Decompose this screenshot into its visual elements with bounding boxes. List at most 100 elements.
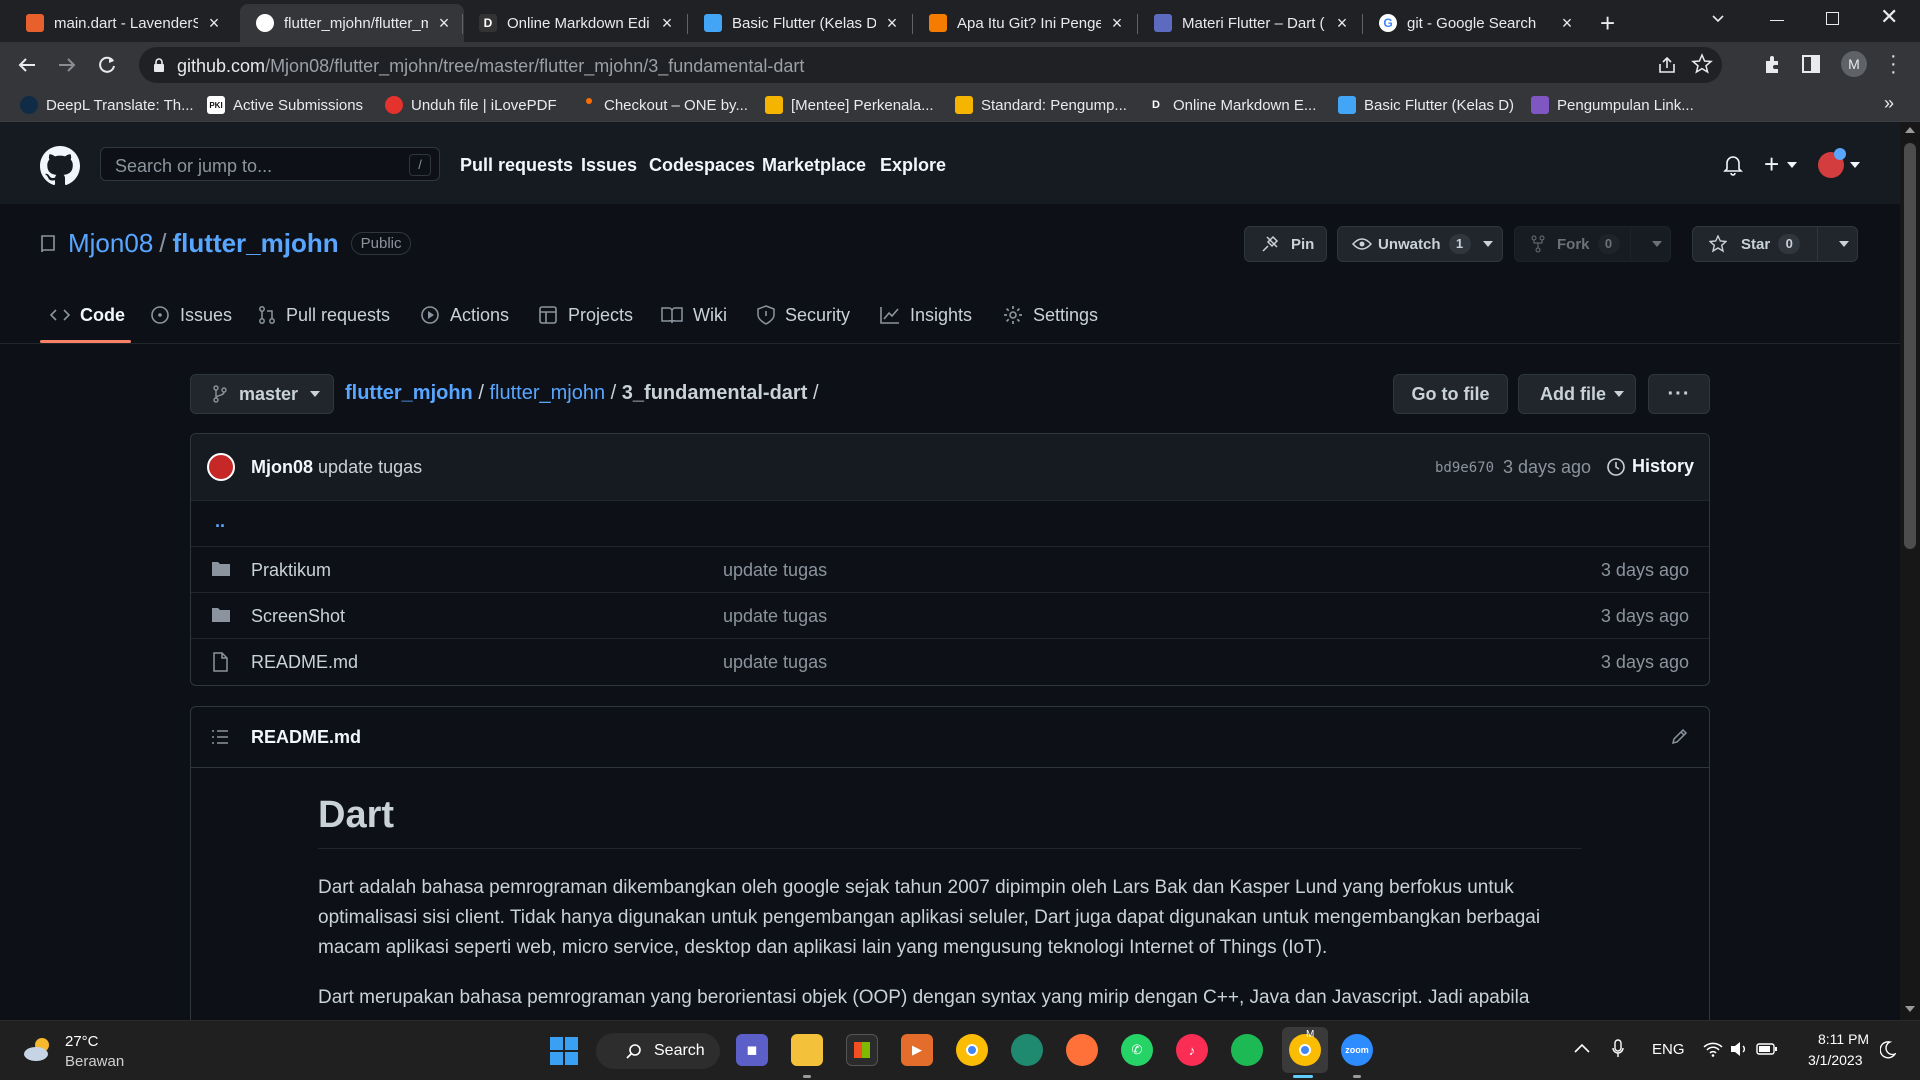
user-menu-caret-icon[interactable] (1850, 162, 1860, 168)
scroll-down-arrow-icon[interactable] (1905, 1006, 1915, 1012)
nav-explore[interactable]: Explore (880, 155, 946, 176)
star-button[interactable]: Star 0 (1692, 226, 1858, 262)
outline-list-icon[interactable] (211, 729, 229, 745)
share-icon[interactable] (1657, 55, 1677, 75)
breadcrumb-folder[interactable]: flutter_mjohn (489, 382, 605, 404)
scrollbar-thumb[interactable] (1904, 143, 1916, 549)
microsoft-store-icon[interactable] (846, 1034, 878, 1066)
add-file-button[interactable]: Add file (1518, 374, 1636, 414)
github-search-input[interactable]: Search or jump to... / (100, 147, 440, 181)
tab-actions[interactable]: Actions (420, 300, 509, 330)
new-tab-button[interactable]: + (1600, 8, 1615, 39)
weather-temperature[interactable]: 27°C (65, 1033, 99, 1050)
tab-wiki[interactable]: Wiki (661, 300, 727, 330)
repo-name-link[interactable]: flutter_mjohn (173, 228, 339, 259)
unwatch-button[interactable]: Unwatch 1 (1337, 226, 1503, 262)
fork-button[interactable]: Fork 0 (1514, 226, 1671, 262)
bookmark-item[interactable]: [Mentee] Perkenala... (765, 94, 934, 116)
browser-tab[interactable]: Apa Itu Git? Ini Penge × (913, 4, 1137, 42)
microphone-icon[interactable] (1612, 1039, 1624, 1059)
notifications-bell-icon[interactable] (1723, 154, 1743, 176)
file-explorer-icon[interactable] (791, 1034, 823, 1066)
clock-date[interactable]: 3/1/2023 (1808, 1052, 1863, 1068)
scroll-up-arrow-icon[interactable] (1905, 127, 1915, 133)
extensions-icon[interactable] (1762, 55, 1782, 75)
bookmark-item[interactable]: DeepL Translate: Th... (20, 94, 194, 116)
file-commit-message[interactable]: update tugas (723, 652, 827, 673)
teams-chat-icon[interactable]: ◼ (736, 1034, 768, 1066)
commit-author[interactable]: Mjon08 (251, 457, 313, 477)
forward-icon[interactable] (56, 54, 78, 76)
close-tab-icon[interactable]: × (1107, 13, 1127, 34)
parent-directory-link[interactable]: .. (215, 511, 225, 532)
breadcrumb-repo-root[interactable]: flutter_mjohn (345, 382, 473, 404)
weather-cloud-icon[interactable] (22, 1035, 56, 1063)
tab-code[interactable]: Code (50, 300, 125, 330)
create-caret-icon[interactable] (1787, 162, 1797, 168)
table-row[interactable]: ScreenShot update tugas 3 days ago (191, 592, 1709, 638)
browser-tab[interactable]: main.dart - LavenderS × (10, 4, 234, 42)
firefox-icon[interactable] (1066, 1034, 1098, 1066)
tab-insights[interactable]: Insights (880, 300, 972, 330)
profile-avatar[interactable]: M (1841, 51, 1867, 77)
restore-icon[interactable] (1826, 12, 1839, 25)
browser-tab[interactable]: Materi Flutter – Dart (× (1138, 4, 1362, 42)
browser-tab[interactable]: D Online Markdown Edi × (463, 4, 687, 42)
bookmark-item[interactable]: Checkout – ONE by... (580, 94, 748, 116)
tab-projects[interactable]: Projects (538, 300, 633, 330)
tray-chevron-up-icon[interactable] (1574, 1043, 1590, 1053)
nav-issues[interactable]: Issues (581, 155, 637, 176)
readme-filename[interactable]: README.md (251, 727, 361, 748)
chrome-icon[interactable] (956, 1034, 988, 1066)
github-logo-icon[interactable] (40, 146, 80, 186)
commit-sha[interactable]: bd9e670 (1435, 460, 1494, 476)
close-tab-icon[interactable]: × (882, 13, 902, 34)
nav-pull-requests[interactable]: Pull requests (460, 155, 573, 176)
clock-time[interactable]: 8:11 PM (1818, 1031, 1869, 1047)
whatsapp-icon[interactable]: ✆ (1121, 1034, 1153, 1066)
edge-icon[interactable] (1011, 1034, 1043, 1066)
spotify-icon[interactable] (1231, 1034, 1263, 1066)
battery-icon[interactable] (1756, 1042, 1778, 1056)
bookmarks-overflow-icon[interactable]: » (1884, 93, 1894, 114)
tab-search-icon[interactable] (1710, 10, 1726, 26)
browser-tab[interactable]: Basic Flutter (Kelas D) × (688, 4, 912, 42)
reload-icon[interactable] (96, 54, 118, 76)
volume-icon[interactable] (1730, 1041, 1748, 1057)
nav-codespaces[interactable]: Codespaces (649, 155, 755, 176)
close-tab-icon[interactable]: × (1332, 13, 1352, 34)
go-to-file-button[interactable]: Go to file (1393, 374, 1508, 414)
bookmark-item[interactable]: Pengumpulan Link... (1531, 94, 1694, 116)
zoom-icon[interactable]: zoom (1341, 1034, 1373, 1066)
address-bar[interactable]: github.com/Mjon08/flutter_mjohn/tree/mas… (139, 47, 1722, 83)
branch-select-button[interactable]: master (190, 374, 334, 414)
user-avatar[interactable] (1818, 148, 1846, 178)
repo-owner-link[interactable]: Mjon08 (68, 228, 153, 259)
bookmark-item[interactable]: Standard: Pengump... (955, 94, 1127, 116)
nav-marketplace[interactable]: Marketplace (762, 155, 866, 176)
minimize-icon[interactable] (1770, 20, 1784, 21)
bookmark-item[interactable]: D Online Markdown E... (1147, 94, 1316, 116)
tab-settings[interactable]: Settings (1003, 300, 1098, 330)
file-name[interactable]: ScreenShot (251, 606, 345, 627)
browser-tab[interactable]: flutter_mjohn/flutter_m × (240, 4, 464, 42)
tab-issues[interactable]: Issues (150, 300, 232, 330)
close-tab-icon[interactable]: × (657, 13, 677, 34)
tab-security[interactable]: Security (757, 300, 850, 330)
edit-pencil-icon[interactable] (1671, 727, 1689, 745)
back-icon[interactable] (16, 54, 38, 76)
weather-description[interactable]: Berawan (65, 1053, 124, 1070)
wifi-icon[interactable] (1703, 1041, 1723, 1057)
file-commit-message[interactable]: update tugas (723, 560, 827, 581)
notification-moon-icon[interactable] (1880, 1041, 1896, 1059)
lock-icon[interactable] (153, 58, 165, 72)
table-row[interactable]: README.md update tugas 3 days ago (191, 638, 1709, 684)
author-avatar[interactable] (207, 453, 235, 481)
pin-button[interactable]: Pin (1244, 226, 1327, 262)
browser-tab[interactable]: Ggit - Google Search × (1363, 4, 1587, 42)
create-new-plus-icon[interactable]: + (1764, 149, 1779, 180)
file-commit-message[interactable]: update tugas (723, 606, 827, 627)
close-tab-icon[interactable]: × (204, 13, 224, 34)
close-window-icon[interactable]: ✕ (1880, 4, 1898, 30)
parent-directory-row[interactable]: .. (191, 500, 1709, 546)
